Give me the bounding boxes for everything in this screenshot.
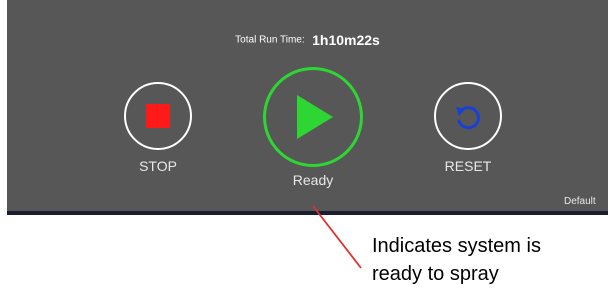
play-triangle-icon (297, 95, 333, 139)
stop-square-icon (146, 104, 170, 128)
reset-arrow-icon (456, 106, 480, 130)
play-button[interactable] (263, 67, 363, 167)
run-time-value: 1h10m22s (312, 31, 380, 48)
stop-button[interactable] (124, 82, 192, 150)
total-run-time: Total Run Time: 1h10m22s (7, 31, 608, 49)
run-time-label: Total Run Time: (235, 34, 305, 46)
control-panel: Total Run Time: 1h10m22s STOP Ready RESE… (7, 0, 608, 211)
reset-label: RESET (444, 158, 492, 174)
screenshot-stage: Total Run Time: 1h10m22s STOP Ready RESE… (0, 0, 608, 292)
reset-button[interactable] (434, 82, 502, 150)
callout-line-1: Indicates system is (372, 235, 541, 257)
stop-label: STOP (139, 158, 177, 174)
ready-status-label: Ready (292, 172, 334, 188)
callout-annotation: Indicates system is ready to spray (372, 232, 541, 288)
callout-line-2: ready to spray (372, 263, 499, 285)
default-label: Default (564, 196, 596, 207)
panel-bottom-bar (7, 211, 608, 215)
